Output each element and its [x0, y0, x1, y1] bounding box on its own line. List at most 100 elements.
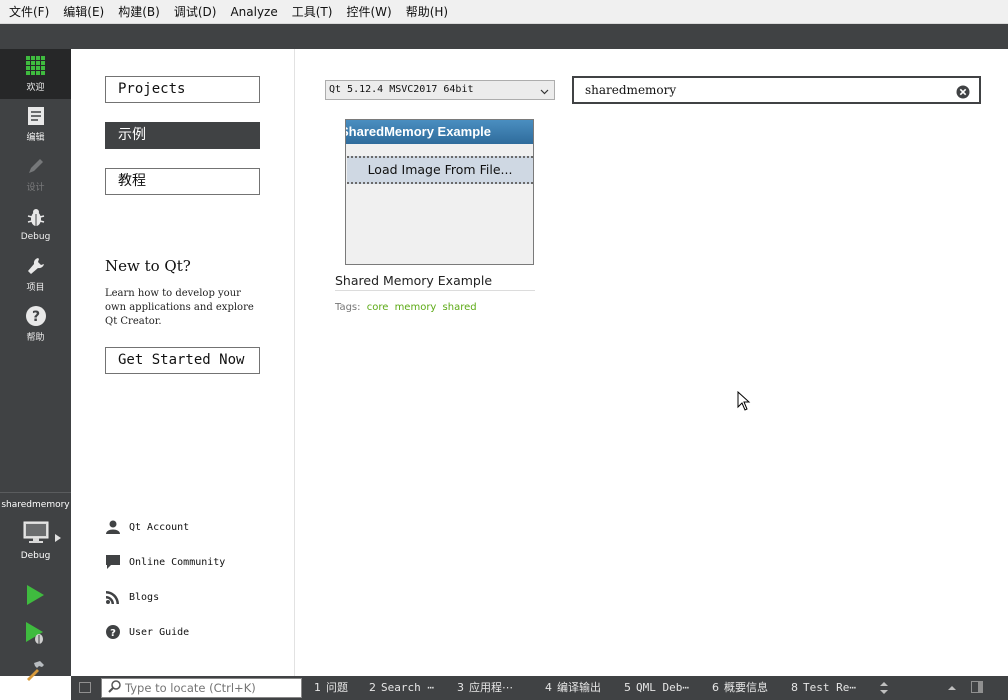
chevron-down-icon	[540, 85, 549, 103]
kit-build-config: Debug	[20, 551, 51, 561]
run-button[interactable]	[22, 583, 48, 609]
projects-button[interactable]: Projects	[105, 76, 260, 103]
mode-bar-separator	[0, 492, 71, 493]
mode-design[interactable]: 设计	[0, 149, 71, 199]
menu-build[interactable]: 构建(B)	[111, 0, 167, 24]
menu-tools[interactable]: 工具(T)	[285, 0, 340, 24]
mode-help[interactable]: ? 帮助	[0, 299, 71, 349]
search-icon	[108, 680, 121, 696]
divider	[335, 290, 535, 291]
kit-expand-arrow-icon	[55, 531, 61, 545]
blogs-link[interactable]: Blogs	[105, 588, 159, 606]
link-label: Online Community	[129, 556, 226, 568]
pane-search-results[interactable]: 2 Search ⋯	[369, 676, 434, 700]
menu-widgets[interactable]: 控件(W)	[339, 0, 398, 24]
pane-label: 概要信息	[724, 681, 768, 694]
menu-debug[interactable]: 调试(D)	[167, 0, 224, 24]
tutorials-button[interactable]: 教程	[105, 168, 260, 195]
pane-number: 8	[791, 681, 798, 694]
pane-general-messages[interactable]: 6 概要信息	[712, 676, 768, 700]
mode-label: 欢迎	[26, 83, 45, 93]
menu-file[interactable]: 文件(F)	[2, 0, 56, 24]
help-icon: ?	[25, 305, 47, 327]
pane-number: 1	[314, 681, 321, 694]
link-label: User Guide	[129, 626, 190, 638]
grid-icon	[25, 55, 47, 77]
get-started-button[interactable]: Get Started Now	[105, 347, 260, 374]
pane-label: QML Deb⋯	[636, 681, 689, 694]
pane-label: 问题	[326, 681, 348, 694]
locator-input[interactable]	[125, 681, 295, 695]
clear-search-icon[interactable]	[956, 83, 970, 99]
tag-link[interactable]: core	[367, 302, 389, 313]
build-button[interactable]	[22, 658, 48, 684]
pane-number: 6	[712, 681, 719, 694]
tag-link[interactable]: memory	[395, 302, 437, 313]
thumbnail-title-text: SharedMemory Example	[345, 124, 492, 139]
pane-number: 2	[369, 681, 376, 694]
status-bar: 1 问题 2 Search ⋯ 3 应用程⋯ 4 编译输出 5 QML Deb⋯ 6 概要信…	[71, 676, 1008, 700]
rss-icon	[105, 589, 121, 605]
toggle-sidebar-icon[interactable]	[79, 682, 91, 693]
pane-qml-debugger[interactable]: 5 QML Deb⋯	[624, 676, 689, 700]
mode-label: 帮助	[26, 333, 45, 343]
maximize-pane-arrow-icon[interactable]	[947, 681, 959, 695]
run-icon	[25, 584, 45, 609]
pane-label: 应用程⋯	[469, 681, 513, 694]
link-label: Qt Account	[129, 521, 190, 533]
example-name[interactable]: Shared Memory Example	[335, 273, 492, 288]
user-icon	[105, 519, 121, 535]
toggle-right-sidebar-icon[interactable]	[971, 681, 983, 695]
pane-compile-output[interactable]: 4 编译输出	[545, 676, 601, 700]
menu-help[interactable]: 帮助(H)	[399, 0, 455, 24]
pane-number: 3	[457, 681, 464, 694]
examples-button[interactable]: 示例	[105, 122, 260, 149]
pencil-icon	[25, 155, 47, 177]
search-value: sharedmemory	[585, 83, 677, 97]
example-tags: Tags: core memory shared	[335, 302, 477, 313]
thumbnail-window-title: SharedMemory Example	[345, 120, 533, 144]
debug-run-icon	[24, 621, 46, 648]
mode-label: Debug	[20, 231, 51, 242]
debug-run-button[interactable]	[22, 621, 48, 647]
new-to-qt-description: Learn how to develop your own applicatio…	[105, 288, 254, 327]
qt-version-value: Qt 5.12.4 MSVC2017 64bit	[329, 84, 474, 95]
thumbnail-load-button: Load Image From File...	[347, 156, 533, 184]
menu-edit[interactable]: 编辑(E)	[56, 0, 111, 24]
monitor-icon	[23, 521, 49, 548]
qt-account-link[interactable]: Qt Account	[105, 518, 189, 536]
help-icon: ?	[105, 624, 121, 640]
pane-number: 5	[624, 681, 631, 694]
mode-projects[interactable]: 项目	[0, 249, 71, 299]
example-search-input[interactable]: sharedmemory	[572, 76, 981, 104]
chat-icon	[105, 554, 121, 570]
mode-label: 编辑	[26, 133, 45, 143]
example-thumbnail[interactable]: SharedMemory Example Load Image From Fil…	[345, 119, 534, 265]
pane-app-output[interactable]: 3 应用程⋯	[457, 676, 513, 700]
examples-panel: Qt 5.12.4 MSVC2017 64bit sharedmemory Sh…	[296, 49, 1008, 676]
mode-edit[interactable]: 编辑	[0, 99, 71, 149]
link-label: Blogs	[129, 591, 160, 603]
pane-label: Test Re⋯	[803, 681, 856, 694]
kit-project-name: sharedmemory	[1, 500, 70, 510]
svg-text:?: ?	[110, 628, 116, 639]
mode-debug[interactable]: Debug	[0, 199, 71, 249]
tag-link[interactable]: shared	[443, 302, 477, 313]
menu-analyze[interactable]: Analyze	[223, 0, 284, 24]
menu-bar: 文件(F) 编辑(E) 构建(B) 调试(D) Analyze 工具(T) 控件…	[0, 0, 1008, 24]
locator[interactable]	[101, 678, 302, 698]
mode-welcome[interactable]: 欢迎	[0, 49, 71, 99]
online-community-link[interactable]: Online Community	[105, 553, 225, 571]
qt-version-select[interactable]: Qt 5.12.4 MSVC2017 64bit	[325, 80, 555, 100]
tags-label: Tags:	[335, 302, 361, 313]
user-guide-link[interactable]: ? User Guide	[105, 623, 189, 641]
document-icon	[25, 105, 47, 127]
pane-test-results[interactable]: 8 Test Re⋯	[791, 676, 856, 700]
mode-label: 设计	[26, 183, 45, 193]
wrench-icon	[25, 255, 47, 277]
new-to-qt-heading: New to Qt?	[105, 257, 191, 275]
panes-menu-arrows-icon[interactable]	[879, 681, 891, 695]
pane-number: 4	[545, 681, 552, 694]
pane-issues[interactable]: 1 问题	[314, 676, 348, 700]
svg-text:?: ?	[31, 309, 39, 325]
